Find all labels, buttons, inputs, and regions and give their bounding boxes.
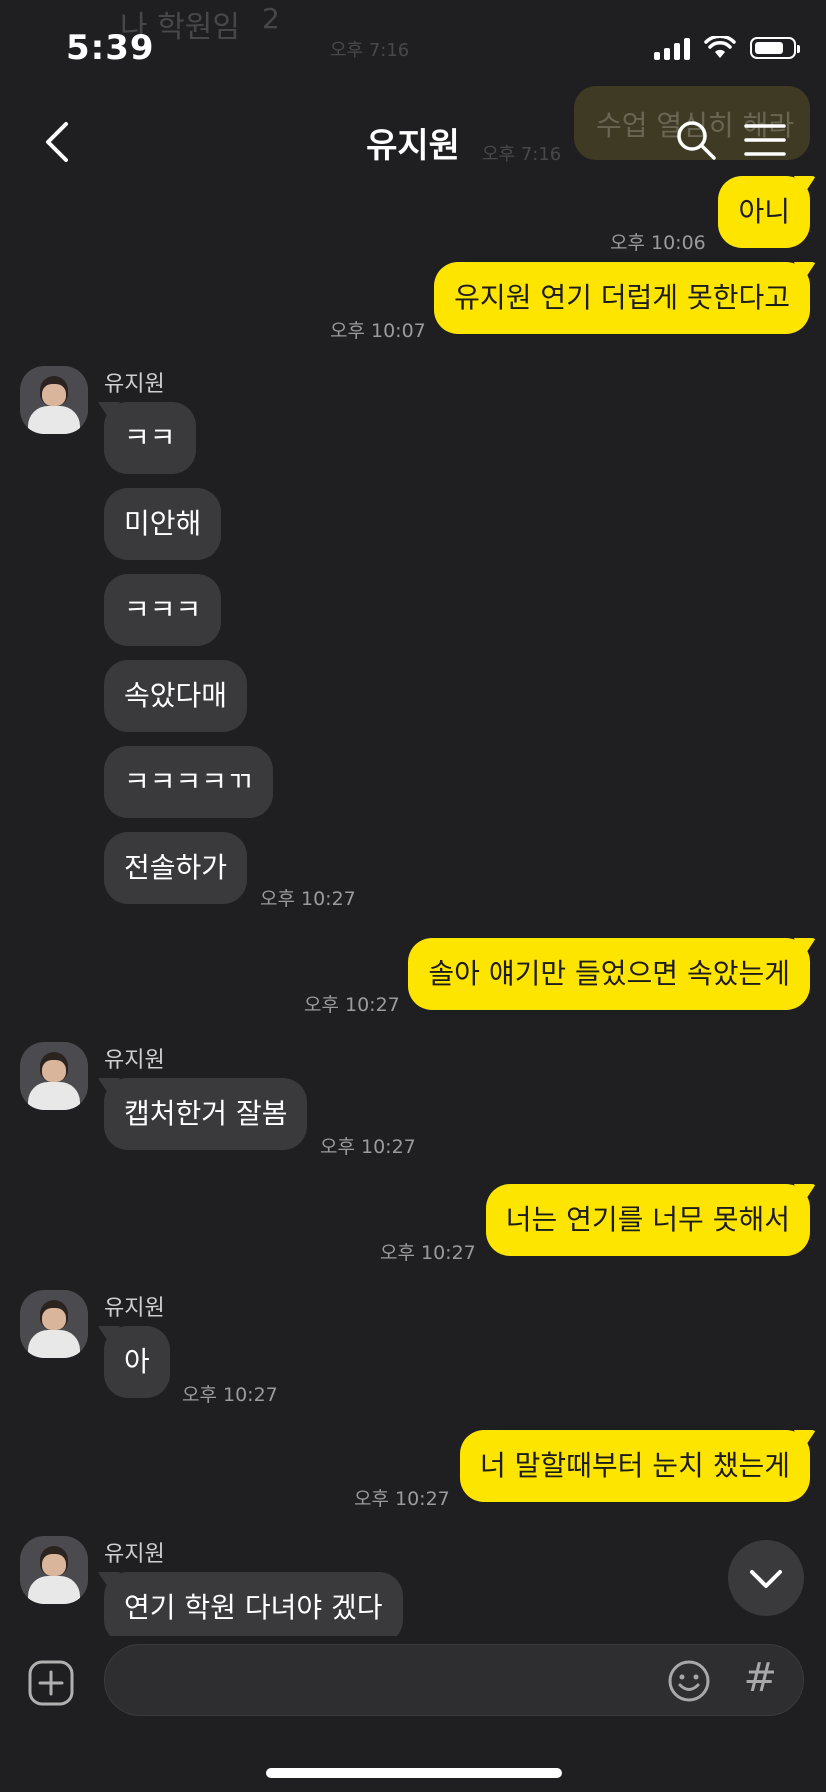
plus-icon[interactable] [28,1660,74,1706]
message-time: 오후 10:06 [610,232,706,254]
preview-time: 오후 7:16 [330,40,410,61]
chat-header: 유지원 [0,96,826,188]
message-input[interactable]: # [104,1644,804,1716]
hashtag-search-button[interactable]: # [743,1655,777,1701]
home-indicator [266,1768,562,1778]
sender-name: 유지원 [104,372,165,397]
message-time: 오후 10:27 [182,1384,278,1406]
message-bubble-mine[interactable]: 너는 연기를 너무 못해서 [485,1184,810,1256]
avatar[interactable] [20,1290,88,1358]
sender-name: 유지원 [104,1542,165,1567]
scroll-to-bottom-button[interactable] [728,1540,804,1616]
message-bubble-theirs[interactable]: ㅋㅋㅋ [104,574,222,646]
message-bubble-mine[interactable]: 유지원 연기 더럽게 못한다고 [434,262,810,334]
message-bubble-mine[interactable]: 솔아 얘기만 들었으면 속았는게 [408,938,810,1010]
message-bubble-mine[interactable]: 너 말할때부터 눈치 챘는게 [459,1430,810,1502]
emoji-icon[interactable] [667,1659,711,1703]
menu-icon[interactable] [744,122,786,158]
message-time: 오후 10:07 [330,320,426,342]
message-time: 오후 10:27 [354,1488,450,1510]
cellular-signal-icon [654,36,690,60]
avatar[interactable] [20,366,88,434]
avatar[interactable] [20,1536,88,1604]
message-time: 오후 10:27 [260,888,356,910]
message-time: 오후 10:27 [380,1242,476,1264]
sender-name: 유지원 [104,1048,165,1073]
chevron-down-icon [750,1570,782,1588]
battery-icon [750,37,800,59]
sender-name: 유지원 [104,1296,165,1321]
message-bubble-theirs[interactable]: 캡처한거 잘봄 [104,1078,308,1150]
message-bubble-mine[interactable]: 아니 [718,176,810,248]
message-bubble-theirs[interactable]: 연기 학원 다녀야 겠다 [104,1572,403,1644]
message-bubble-theirs[interactable]: 아 [104,1326,170,1398]
message-input-bar: # [0,1636,826,1792]
message-bubble-theirs[interactable]: 전솔하가 [104,832,248,904]
message-bubble-theirs[interactable]: ㅋㅋㅋㅋㄲ [104,746,273,818]
preview-badge: 2 [262,2,280,35]
message-time: 오후 10:27 [320,1136,416,1158]
search-icon[interactable] [674,118,718,162]
message-bubble-theirs[interactable]: ㅋㅋ [104,402,196,474]
wifi-icon [704,36,736,58]
message-bubble-theirs[interactable]: 미안해 [104,488,222,560]
preview-sender: 나 학원임 [120,10,240,45]
message-time: 오후 10:27 [304,994,400,1016]
avatar[interactable] [20,1042,88,1110]
message-bubble-theirs[interactable]: 속았다매 [104,660,248,732]
